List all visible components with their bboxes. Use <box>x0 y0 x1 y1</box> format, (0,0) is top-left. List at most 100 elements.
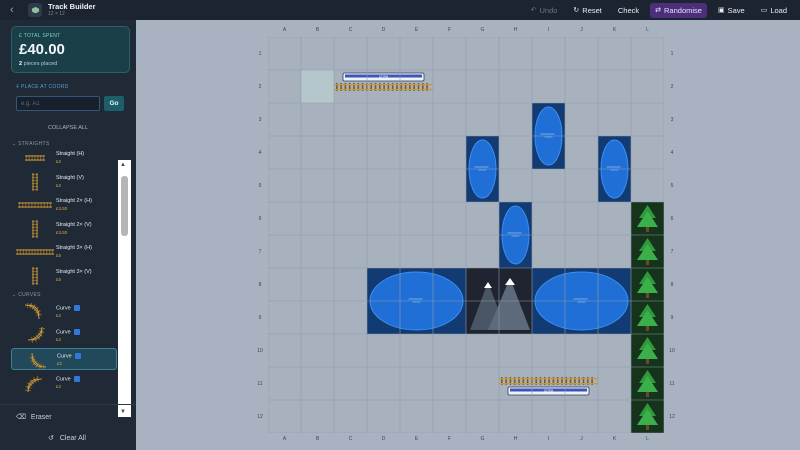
piece-name: Curve <box>56 328 80 335</box>
piece-price: £2 <box>56 383 62 389</box>
tree-tile[interactable] <box>631 235 664 268</box>
palette-item-curve[interactable]: Curve £2 <box>11 372 117 394</box>
scroll-down-icon[interactable]: ▼ <box>120 409 126 415</box>
tree-tile[interactable] <box>631 202 664 235</box>
palette-item[interactable]: Straight 2× (H) £3.50 <box>11 194 117 216</box>
piece-name: Straight 2× (H) <box>56 198 92 204</box>
row-label-left: 11 <box>257 381 263 387</box>
board-size-label: 12 × 12 <box>48 10 65 17</box>
rail <box>499 378 598 380</box>
randomise-button[interactable]: ⇄ Randomise <box>650 2 707 18</box>
row-label-left: 5 <box>258 183 262 189</box>
go-button[interactable]: Go <box>104 96 124 111</box>
clear-all-button[interactable]: ↺ Clear All <box>48 434 86 443</box>
divider <box>0 404 136 405</box>
palette-scrollbar[interactable]: ▲ ▼ <box>118 160 131 417</box>
palette-item[interactable]: Straight 3× (H) £5 <box>11 241 117 263</box>
piece-price: £2 <box>56 182 62 188</box>
column-label-bottom: J <box>580 436 583 442</box>
randomise-label: Randomise <box>664 5 702 15</box>
row-label-left: 8 <box>258 282 262 288</box>
row-label-right: 5 <box>670 183 674 189</box>
tree-trunk <box>646 260 649 265</box>
palette-item[interactable]: Straight (V) £2 <box>11 171 117 193</box>
column-label-top: G <box>480 27 485 33</box>
column-label-top: H <box>513 27 518 33</box>
row-label-right: 4 <box>670 150 674 156</box>
row-label-right: 12 <box>669 414 675 420</box>
row-label-left: 2 <box>258 84 262 90</box>
row-label-right: 7 <box>670 249 674 255</box>
pieces-placed: 2 pieces placed <box>19 61 58 67</box>
row-label-right: 1 <box>670 51 674 57</box>
palette-item-curve[interactable]: Curve £2 <box>11 325 117 347</box>
row-label-left: 12 <box>257 414 263 420</box>
app-logo-icon <box>28 3 42 17</box>
palette-item[interactable]: Straight 2× (V) £3.50 <box>11 218 117 240</box>
piece-name: Straight 3× (H) <box>56 245 92 251</box>
piece-price: £5 <box>56 276 62 282</box>
column-label-bottom: C <box>348 436 353 442</box>
row-label-left: 7 <box>258 249 262 255</box>
palette-item-curve[interactable]: Curve £2 <box>11 301 117 323</box>
highlighted-cell[interactable] <box>301 70 334 103</box>
eraser-button[interactable]: ⌫ Eraser <box>16 413 52 422</box>
row-label-left: 6 <box>258 216 262 222</box>
piece-price: £2 <box>57 361 63 366</box>
rotate-checkbox-icon[interactable] <box>74 353 81 359</box>
column-label-top: L <box>646 27 649 33</box>
piece-price: £2 <box>56 159 62 164</box>
piece-price: £3.50 <box>56 206 68 211</box>
save-button[interactable]: ▣ Save <box>713 3 750 18</box>
piece-name: Straight (H) <box>56 151 85 157</box>
column-label-bottom: D <box>381 436 386 442</box>
scroll-up-icon[interactable]: ▲ <box>120 162 126 168</box>
tree-tile[interactable] <box>631 268 664 301</box>
toolbar: ↶ Undo ↻ Reset Check ⇄ Randomise ▣ Save ▭ Loa… <box>526 0 792 20</box>
game-board[interactable]: ST/PM ST/PM <box>268 37 664 433</box>
rotate-checkbox-icon[interactable] <box>73 328 80 335</box>
row-label-right: 9 <box>670 315 674 321</box>
tree-tile[interactable] <box>631 400 664 433</box>
row-label-right: 6 <box>670 216 674 222</box>
tree-trunk <box>646 326 649 331</box>
tree-trunk <box>646 293 649 298</box>
column-label-top: A <box>282 27 287 33</box>
column-label-top: K <box>612 27 617 33</box>
piece-name: Curve <box>57 353 81 359</box>
tree-tile[interactable] <box>631 367 664 400</box>
row-label-right: 10 <box>669 348 675 354</box>
load-button[interactable]: ▭ Load <box>756 3 792 18</box>
rotate-checkbox-icon[interactable] <box>73 305 80 311</box>
palette-item[interactable]: Straight (H) £2 <box>11 147 117 169</box>
column-label-bottom: E <box>414 436 419 442</box>
undo-button[interactable]: ↶ Undo <box>526 3 563 18</box>
rotate-checkbox-icon[interactable] <box>73 375 80 382</box>
coord-input[interactable] <box>16 96 100 111</box>
tree-trunk <box>646 425 649 430</box>
column-label-bottom: I <box>547 436 550 442</box>
palette-item-curve[interactable]: Curve £2 <box>11 348 117 370</box>
tree-tile[interactable] <box>631 334 664 367</box>
column-label-top: F <box>447 27 452 33</box>
piece-price: £2 <box>56 336 62 342</box>
tree-tile[interactable] <box>631 301 664 334</box>
row-label-left: 10 <box>257 348 263 354</box>
app-title: Track Builder <box>48 2 96 12</box>
curves-category[interactable]: ⌄ CURVES <box>12 292 41 298</box>
check-button[interactable]: Check <box>613 3 644 18</box>
column-label-top: E <box>414 27 419 33</box>
scroll-thumb[interactable] <box>121 176 128 236</box>
total-spent-label: £ TOTAL SPENT <box>19 33 61 39</box>
placed-track-piece[interactable]: ST/PM <box>334 72 433 91</box>
collapse-all-button[interactable]: COLLAPSE ALL <box>0 125 136 131</box>
back-arrow-icon[interactable]: ‹ <box>10 4 24 16</box>
board-grid[interactable]: ST/PM ST/PM <box>268 37 664 433</box>
reset-button[interactable]: ↻ Reset <box>568 3 606 18</box>
curve-piece-icon <box>15 303 55 321</box>
title-block: Track Builder 12 × 12 <box>48 3 96 17</box>
palette-item[interactable]: Straight 3× (V) £5 <box>11 265 117 287</box>
column-label-top: D <box>381 27 386 33</box>
placed-track-piece[interactable]: ST/PM <box>499 377 598 396</box>
save-icon: ▣ <box>717 7 725 14</box>
